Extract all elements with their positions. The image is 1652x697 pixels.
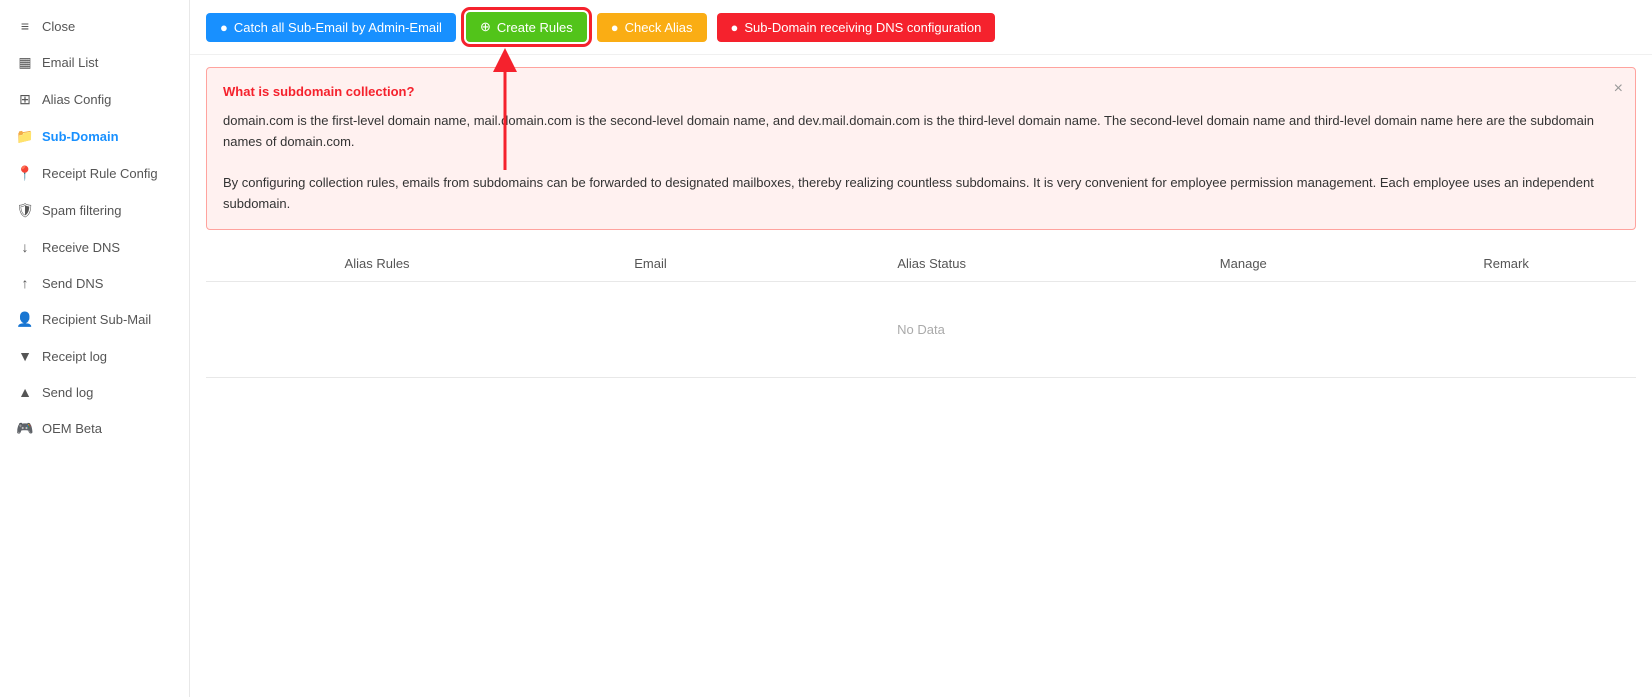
sidebar-item-label: Receipt Rule Config: [42, 166, 158, 181]
oem-icon: 🎮: [16, 420, 34, 437]
sidebar-item-send-dns[interactable]: ↑ Send DNS: [0, 265, 189, 301]
sidebar-item-label: Spam filtering: [42, 203, 121, 218]
create-rules-button[interactable]: ⊕ Create Rules: [466, 12, 587, 42]
sidebar-item-label: Sub-Domain: [42, 129, 119, 144]
sidebar-item-label: Close: [42, 19, 75, 34]
col-manage: Manage: [1110, 246, 1376, 282]
sidebar-item-label: Receipt log: [42, 349, 107, 364]
table-row: No Data: [206, 281, 1636, 377]
sidebar-item-label: Receive DNS: [42, 240, 120, 255]
sidebar-item-email-list[interactable]: ▦ Email List: [0, 44, 189, 81]
info-box: What is subdomain collection? domain.com…: [206, 67, 1636, 230]
main-content: ● Catch all Sub-Email by Admin-Email ⊕ C…: [190, 0, 1652, 697]
col-alias-status: Alias Status: [753, 246, 1110, 282]
alias-icon: ⊞: [16, 91, 34, 108]
plus-circle-icon: ⊕: [480, 19, 491, 35]
data-table: Alias Rules Email Alias Status Manage Re…: [206, 246, 1636, 378]
sidebar-item-label: Alias Config: [42, 92, 111, 107]
sidebar-item-label: OEM Beta: [42, 421, 102, 436]
up-arrow-icon: ↑: [16, 275, 34, 291]
chevron-down-icon: ▼: [16, 348, 34, 364]
sidebar-item-receipt-log[interactable]: ▼ Receipt log: [0, 338, 189, 374]
no-data-cell: No Data: [206, 281, 1636, 377]
col-email: Email: [548, 246, 753, 282]
chart-icon: ▦: [16, 54, 34, 71]
table-header-row: Alias Rules Email Alias Status Manage Re…: [206, 246, 1636, 282]
sidebar-item-label: Send DNS: [42, 276, 103, 291]
sidebar-item-alias-config[interactable]: ⊞ Alias Config: [0, 81, 189, 118]
sidebar-item-spam-filtering[interactable]: 🛡 Spam filtering: [0, 192, 189, 229]
col-remark: Remark: [1376, 246, 1636, 282]
sidebar-item-send-log[interactable]: ▲ Send log: [0, 374, 189, 410]
shield-icon: 🛡: [16, 202, 34, 219]
down-arrow-icon: ↓: [16, 239, 34, 255]
sidebar-item-label: Send log: [42, 385, 93, 400]
sidebar: ≡ Close ▦ Email List ⊞ Alias Config 📁 Su…: [0, 0, 190, 697]
info-title: What is subdomain collection?: [223, 82, 1619, 103]
sidebar-item-oem-beta[interactable]: 🎮 OEM Beta: [0, 410, 189, 447]
sidebar-item-label: Recipient Sub-Mail: [42, 312, 151, 327]
sidebar-item-close[interactable]: ≡ Close: [0, 8, 189, 44]
catch-all-button[interactable]: ● Catch all Sub-Email by Admin-Email: [206, 13, 456, 42]
dns-icon: ●: [731, 20, 739, 35]
user-icon: 👤: [16, 311, 34, 328]
sidebar-item-receive-dns[interactable]: ↓ Receive DNS: [0, 229, 189, 265]
col-alias-rules: Alias Rules: [206, 246, 548, 282]
sidebar-item-receipt-rule-config[interactable]: 📍 Receipt Rule Config: [0, 155, 189, 192]
content-area: Alias Rules Email Alias Status Manage Re…: [190, 242, 1652, 697]
chevron-up-icon: ▲: [16, 384, 34, 400]
sidebar-item-label: Email List: [42, 55, 98, 70]
circle-icon: ●: [220, 20, 228, 35]
close-icon: ≡: [16, 18, 34, 34]
check-alias-button[interactable]: ● Check Alias: [597, 13, 707, 42]
check-icon: ●: [611, 20, 619, 35]
subdomain-dns-button[interactable]: ● Sub-Domain receiving DNS configuration: [717, 13, 996, 42]
pin-icon: 📍: [16, 165, 34, 182]
info-line2: By configuring collection rules, emails …: [223, 173, 1619, 215]
info-line1: domain.com is the first-level domain nam…: [223, 111, 1619, 153]
sidebar-item-recipient-sub-mail[interactable]: 👤 Recipient Sub-Mail: [0, 301, 189, 338]
info-close-button[interactable]: ×: [1614, 76, 1623, 102]
toolbar: ● Catch all Sub-Email by Admin-Email ⊕ C…: [190, 0, 1652, 55]
sidebar-item-sub-domain[interactable]: 📁 Sub-Domain: [0, 118, 189, 155]
folder-icon: 📁: [16, 128, 34, 145]
